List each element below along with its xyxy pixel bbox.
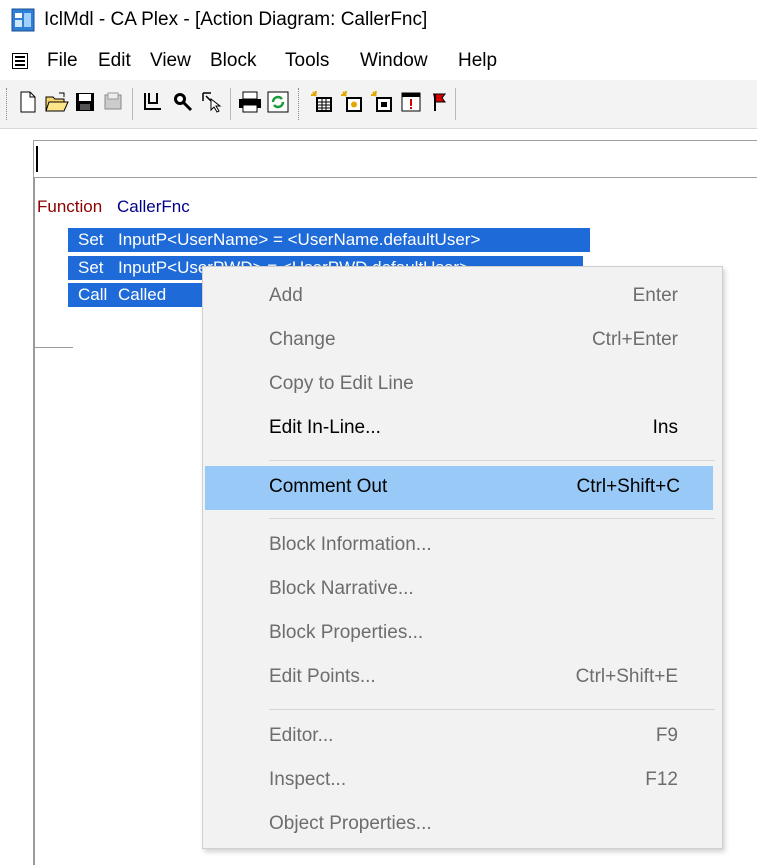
function-keyword[interactable]: Function: [37, 197, 102, 217]
grid-icon-3[interactable]: [369, 88, 395, 116]
print-icon[interactable]: [237, 88, 263, 116]
new-file-icon[interactable]: [15, 88, 41, 116]
open-folder-icon[interactable]: [44, 88, 70, 116]
toolbar-grip[interactable]: [6, 88, 10, 120]
toolbar-separator: [455, 88, 456, 120]
menu-view[interactable]: View: [150, 50, 191, 72]
toolbar-separator: [132, 88, 133, 120]
statement-keyword: Set: [78, 230, 104, 249]
ctx-item-comment-out[interactable]: Comment Out Ctrl+Shift+C: [205, 466, 713, 510]
function-name[interactable]: CallerFnc: [117, 197, 190, 217]
ctx-item-inspect[interactable]: Inspect... F12: [203, 759, 722, 803]
statement-keyword: Call: [78, 285, 108, 304]
ctx-item-change[interactable]: Change Ctrl+Enter: [203, 319, 722, 363]
ctx-item-editor[interactable]: Editor... F9: [203, 715, 722, 759]
ctx-item-edit-points[interactable]: Edit Points... Ctrl+Shift+E: [203, 656, 722, 700]
ctx-item-edit-in-line[interactable]: Edit In-Line... Ins: [203, 407, 722, 451]
ctx-item-block-information[interactable]: Block Information...: [203, 524, 722, 568]
diagram-statement-row[interactable]: Call Called: [68, 283, 202, 307]
window-title: IclMdl - CA Plex - [Action Diagram: Call…: [44, 9, 428, 30]
menu-file[interactable]: File: [47, 50, 78, 72]
ctx-separator: [269, 460, 715, 461]
save-icon[interactable]: [72, 88, 98, 116]
find-icon[interactable]: [140, 88, 166, 116]
menu-tools[interactable]: Tools: [285, 50, 329, 72]
flag-icon[interactable]: [426, 88, 452, 116]
ctx-item-add[interactable]: Add Enter: [203, 275, 722, 319]
menu-edit[interactable]: Edit: [98, 50, 131, 72]
toolbar-grip[interactable]: [298, 88, 302, 120]
inspect-icon[interactable]: [170, 88, 196, 116]
warning-icon[interactable]: [398, 88, 424, 116]
edit-line-input[interactable]: [33, 140, 757, 178]
diagram-statement-row[interactable]: Set InputP<UserName> = <UserName.defaultU…: [68, 228, 590, 252]
print-preview-icon[interactable]: [101, 88, 127, 116]
system-menu-icon[interactable]: [12, 53, 28, 69]
statement-text: InputP<UserName> = <UserName.defaultUser…: [118, 230, 481, 249]
menu-block[interactable]: Block: [210, 50, 256, 72]
ctx-separator: [269, 518, 715, 519]
context-menu: Add Enter Change Ctrl+Enter Copy to Edit…: [202, 266, 723, 849]
grid-icon-1[interactable]: [309, 88, 335, 116]
ctx-item-copy-to-edit-line[interactable]: Copy to Edit Line: [203, 363, 722, 407]
function-block-bracket: [35, 347, 73, 348]
ctx-separator: [269, 709, 715, 710]
statement-text: Called: [118, 285, 167, 304]
diagram-left-border: [33, 178, 35, 865]
ctx-item-block-properties[interactable]: Block Properties...: [203, 612, 722, 656]
refresh-icon[interactable]: [265, 88, 291, 116]
pointer-icon[interactable]: [199, 88, 225, 116]
ctx-item-object-properties[interactable]: Object Properties...: [203, 803, 722, 847]
toolbar-separator: [230, 88, 231, 120]
app-icon[interactable]: [11, 8, 35, 32]
grid-icon-2[interactable]: [339, 88, 365, 116]
ctx-item-block-narrative[interactable]: Block Narrative...: [203, 568, 722, 612]
menu-help[interactable]: Help: [458, 50, 497, 72]
text-caret: [36, 146, 38, 172]
menu-window[interactable]: Window: [360, 50, 428, 72]
statement-keyword: Set: [78, 258, 104, 277]
